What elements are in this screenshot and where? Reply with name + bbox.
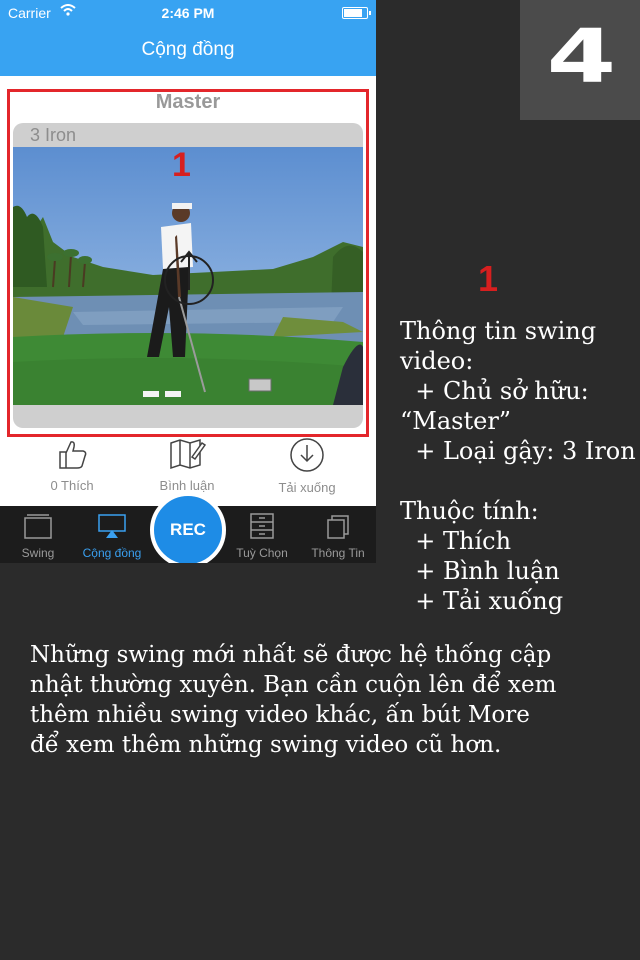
film-icon <box>0 512 76 543</box>
clock: 2:46 PM <box>161 5 215 21</box>
drawer-icon <box>224 512 300 543</box>
tab-swing-label: Swing <box>21 546 55 560</box>
like-count-label: 0 Thích <box>50 478 94 493</box>
swing-info-description: Thông tin swing video: + Chủ sở hữu: “Ma… <box>400 317 636 465</box>
step-badge: 4 <box>520 0 640 120</box>
instruction-note: Những swing mới nhất sẽ được hệ thống cậ… <box>30 642 557 758</box>
like-button[interactable]: 0 Thích <box>17 437 127 493</box>
download-button[interactable]: Tải xuống <box>252 437 362 495</box>
download-label: Tải xuống <box>278 480 336 495</box>
callout-number-side: 1 <box>478 258 499 299</box>
tab-options-label: Tuỳ Chọn <box>236 546 288 560</box>
tab-info[interactable]: Thông Tin <box>300 512 376 560</box>
tab-info-label: Thông Tin <box>311 546 365 560</box>
thumbs-up-icon <box>17 437 127 474</box>
highlight-frame <box>7 89 369 437</box>
tab-community[interactable]: Cộng đồng <box>74 512 150 560</box>
airplay-icon <box>74 512 150 543</box>
attributes-description: Thuộc tính: + Thích + Bình luận + Tải xu… <box>400 497 564 615</box>
tab-swing[interactable]: Swing <box>0 512 76 560</box>
documents-icon <box>300 512 376 543</box>
tab-community-label: Cộng đồng <box>82 546 142 560</box>
nav-title: Cộng đồng <box>141 39 235 60</box>
record-button[interactable]: REC <box>150 492 226 563</box>
step-number: 4 <box>546 14 617 100</box>
phone-screen: Carrier 2:46 PM Cộng đồng Master 3 Iron <box>0 0 376 563</box>
comment-label: Bình luận <box>159 478 215 493</box>
tab-options[interactable]: Tuỳ Chọn <box>224 512 300 560</box>
nav-bar: Cộng đồng <box>0 26 376 76</box>
callout-number: 1 <box>172 146 191 184</box>
download-icon <box>252 437 362 476</box>
battery-icon <box>342 7 371 19</box>
map-pen-icon <box>132 437 242 474</box>
comment-button[interactable]: Bình luận <box>132 437 242 493</box>
status-bar: Carrier 2:46 PM <box>0 0 376 26</box>
